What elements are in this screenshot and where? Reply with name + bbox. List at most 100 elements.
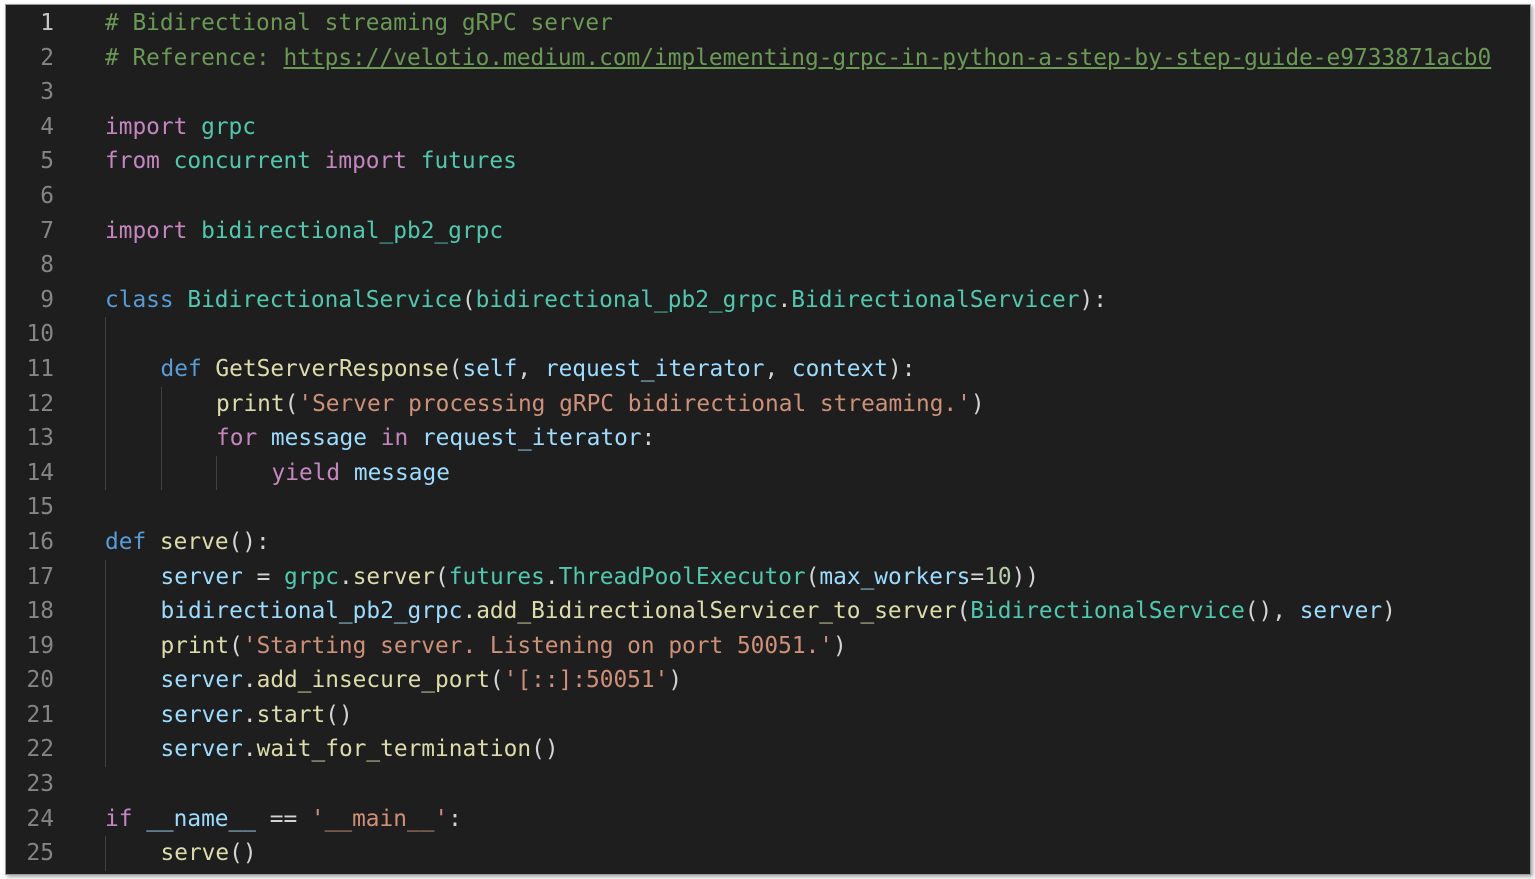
code-line[interactable]: 1 # Bidirectional streaming gRPC server bbox=[6, 6, 1530, 41]
token-variable: bidirectional_pb2_grpc bbox=[160, 598, 463, 625]
line-number: 2 bbox=[40, 44, 54, 71]
code-line[interactable]: 22 server.wait_for_termination() bbox=[6, 732, 1530, 768]
token-plain: , bbox=[764, 355, 792, 382]
code-line[interactable]: 18 bidirectional_pb2_grpc.add_Bidirection… bbox=[6, 594, 1530, 629]
token-keyword-control: import bbox=[324, 148, 407, 175]
code-text: def serve(): bbox=[105, 525, 270, 560]
token-number: 10 bbox=[984, 563, 1012, 590]
line-number: 20 bbox=[26, 667, 54, 694]
token-variable: server bbox=[160, 563, 243, 590]
code-line[interactable]: 16 def serve(): bbox=[6, 525, 1530, 560]
code-line[interactable]: 25 serve() bbox=[6, 836, 1530, 871]
line-number: 11 bbox=[26, 355, 54, 382]
token-plain: ( bbox=[435, 563, 449, 590]
code-line[interactable]: 6 bbox=[6, 179, 1530, 214]
indent-guide bbox=[160, 421, 162, 456]
code-line[interactable]: 5 from concurrent import futures bbox=[6, 144, 1530, 179]
code-line[interactable]: 21 server.start() bbox=[6, 697, 1530, 733]
code-text: server.add_insecure_port('[::]:50051') bbox=[161, 663, 683, 698]
token-plain: . bbox=[462, 598, 477, 625]
token-class-name: grpc bbox=[284, 563, 339, 590]
token-plain: ( bbox=[461, 286, 476, 313]
code-line[interactable]: 4 import grpc bbox=[6, 110, 1530, 145]
token-plain: () bbox=[325, 701, 353, 728]
code-line[interactable]: 17 server = grpc.server(futures.ThreadPoo… bbox=[6, 559, 1530, 595]
token-comment: # Reference: bbox=[105, 44, 284, 71]
code-line[interactable]: 13 for message in request_iterator: bbox=[6, 421, 1530, 456]
token-plain: ( bbox=[956, 598, 971, 625]
token-function: server bbox=[352, 563, 436, 590]
token-plain: ) bbox=[668, 667, 683, 694]
line-number: 18 bbox=[26, 598, 54, 625]
token-keyword-control: in bbox=[380, 425, 409, 452]
line-number: 12 bbox=[26, 390, 54, 417]
code-line[interactable]: 8 bbox=[6, 248, 1530, 283]
token-plain: . bbox=[544, 563, 559, 590]
token-function: print bbox=[160, 632, 230, 659]
token-class-name: BidirectionalServicer bbox=[791, 286, 1080, 313]
token-plain: ): bbox=[1079, 286, 1107, 313]
code-line[interactable]: 2 # Reference: https://velotio.medium.com… bbox=[6, 41, 1530, 76]
line-number: 14 bbox=[26, 459, 54, 486]
indent-guide bbox=[105, 421, 106, 456]
token-plain: ) bbox=[970, 390, 985, 417]
line-number: 17 bbox=[26, 563, 54, 590]
code-line[interactable]: 7 import bidirectional_pb2_grpc bbox=[6, 214, 1530, 249]
line-number: 7 bbox=[40, 217, 54, 244]
code-text: serve() bbox=[161, 836, 257, 871]
code-line[interactable]: 24 if __name__ == '__main__': bbox=[6, 802, 1530, 837]
reference-link[interactable]: https://velotio.medium.com/implementing-… bbox=[283, 45, 1491, 71]
token-plain: )) bbox=[1011, 563, 1040, 590]
token-plain: ( bbox=[489, 667, 504, 694]
code-area[interactable]: 1 # Bidirectional streaming gRPC server 2 #… bbox=[6, 6, 1530, 871]
code-line[interactable]: 19 print('Starting server. Listening on p… bbox=[6, 628, 1530, 664]
code-text: server = grpc.server(futures.ThreadPoolE… bbox=[161, 560, 1040, 595]
line-number: 13 bbox=[26, 425, 54, 452]
code-line[interactable]: 15 bbox=[6, 490, 1530, 525]
code-line[interactable]: 20 server.add_insecure_port('[::]:50051') bbox=[6, 663, 1530, 698]
token-plain: ( bbox=[284, 390, 299, 417]
indent-guide bbox=[105, 836, 106, 871]
token-function: wait_for_termination bbox=[256, 736, 532, 763]
code-line[interactable]: 12 print('Server processing gRPC bidirect… bbox=[6, 386, 1530, 422]
code-line[interactable]: 9 class BidirectionalService(bidirectiona… bbox=[6, 283, 1530, 318]
code-text: server.wait_for_termination() bbox=[161, 732, 559, 767]
token-plain: . bbox=[777, 286, 792, 313]
token-keyword-control: import bbox=[105, 217, 188, 244]
line-number: 6 bbox=[40, 182, 54, 209]
token-class-name: futures bbox=[420, 148, 517, 175]
indent-guide bbox=[105, 663, 106, 698]
code-line[interactable]: 3 bbox=[6, 75, 1530, 110]
token-plain: () bbox=[229, 840, 257, 867]
code-text: print('Starting server. Listening on por… bbox=[161, 629, 847, 664]
indent-guide bbox=[105, 559, 106, 595]
token-keyword-control: if bbox=[105, 805, 133, 832]
token-plain: ) bbox=[833, 632, 847, 659]
token-function: add_BidirectionalServicer_to_server bbox=[476, 598, 957, 625]
token-class-name: ThreadPoolExecutor bbox=[558, 563, 806, 590]
code-line[interactable]: 11 def GetServerResponse(self, request_it… bbox=[6, 351, 1530, 387]
token-plain: . bbox=[242, 736, 257, 763]
code-line[interactable]: 14 yield message bbox=[6, 455, 1530, 491]
token-variable: request_iterator bbox=[421, 425, 642, 452]
indent-guide bbox=[105, 594, 106, 629]
token-variable: context bbox=[791, 355, 888, 382]
line-number: 21 bbox=[26, 701, 54, 728]
line-number: 23 bbox=[26, 771, 54, 798]
code-text: # Reference: https://velotio.medium.com/… bbox=[105, 41, 1491, 76]
line-number: 9 bbox=[40, 286, 54, 313]
token-plain: (): bbox=[228, 528, 270, 555]
token-variable: server bbox=[160, 701, 243, 728]
indent-guide bbox=[105, 455, 106, 491]
code-line[interactable]: 10 bbox=[6, 317, 1530, 352]
code-text: yield message bbox=[272, 456, 450, 491]
code-line[interactable]: 23 bbox=[6, 767, 1530, 802]
code-text: for message in request_iterator: bbox=[216, 421, 655, 456]
token-plain: == bbox=[256, 805, 311, 832]
line-number: 25 bbox=[26, 840, 54, 867]
